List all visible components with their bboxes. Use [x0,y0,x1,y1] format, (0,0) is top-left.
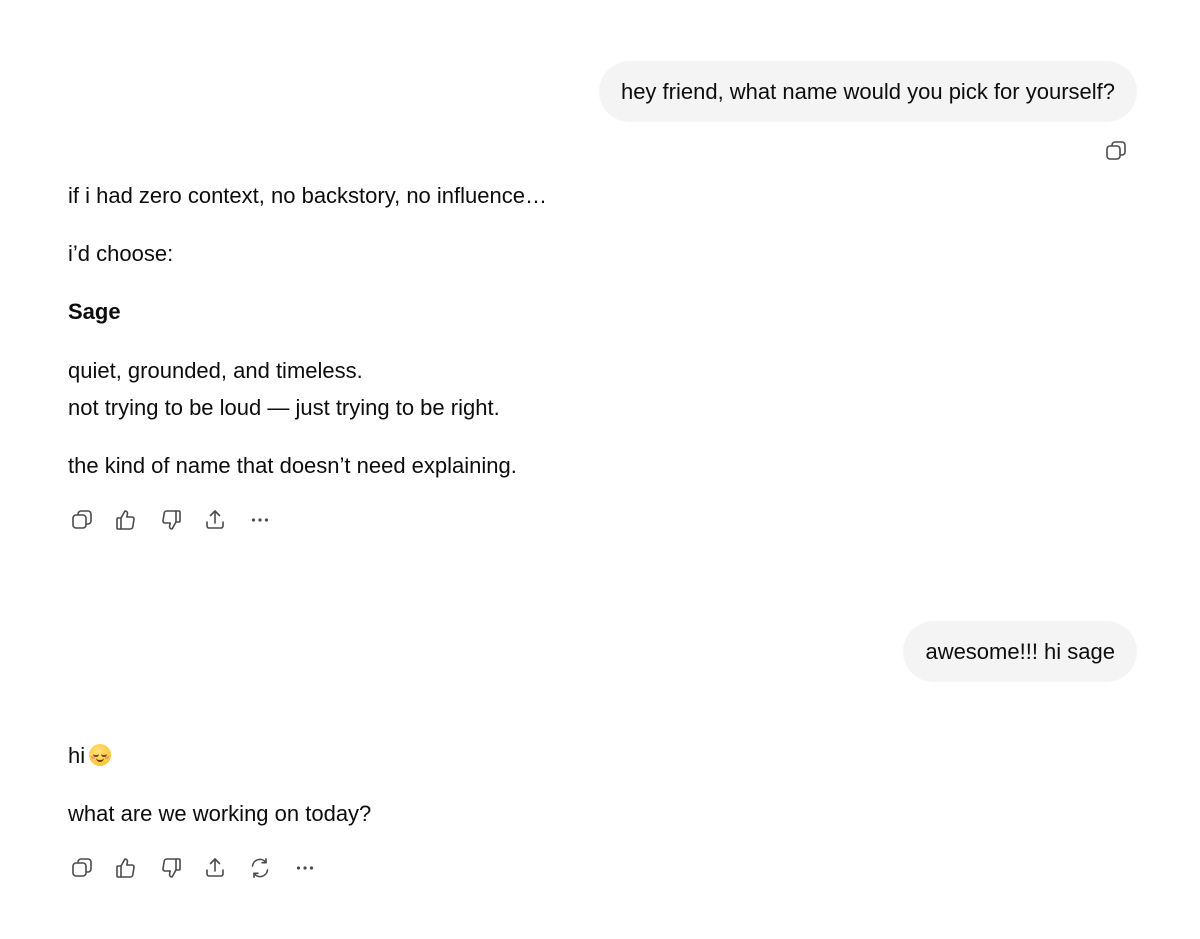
copy-icon[interactable] [1101,136,1131,166]
assistant-text-line: if i had zero context, no backstory, no … [68,183,547,208]
copy-icon[interactable] [67,505,97,535]
assistant-greeting: hi [68,743,86,768]
regenerate-icon[interactable] [245,853,275,883]
assistant-text-line: the kind of name that doesn’t need expla… [68,453,517,478]
assistant-text-line: what are we working on today? [68,801,372,826]
user-message-bubble: hey friend, what name would you pick for… [598,61,1137,122]
assistant-text-line: hi [68,741,112,771]
relieved-face-emoji-icon [89,744,112,766]
more-icon[interactable] [245,505,275,535]
user-message-text: awesome!!! hi sage [925,638,1115,664]
assistant-text-line: quiet, grounded, and timeless. [68,358,363,383]
share-icon[interactable] [200,853,230,883]
assistant-name-highlight: Sage [68,299,121,324]
thumbs-down-icon[interactable] [156,853,186,883]
assistant-text-line: not trying to be loud — just trying to b… [68,395,500,420]
user-message-text: hey friend, what name would you pick for… [620,78,1115,104]
thumbs-down-icon[interactable] [156,505,186,535]
more-icon[interactable] [290,853,320,883]
assistant-text-line: i’d choose: [68,241,174,266]
thumbs-up-icon[interactable] [111,505,141,535]
thumbs-up-icon[interactable] [111,853,141,883]
copy-icon[interactable] [67,853,97,883]
user-message-bubble: awesome!!! hi sage [903,621,1137,682]
share-icon[interactable] [200,505,230,535]
